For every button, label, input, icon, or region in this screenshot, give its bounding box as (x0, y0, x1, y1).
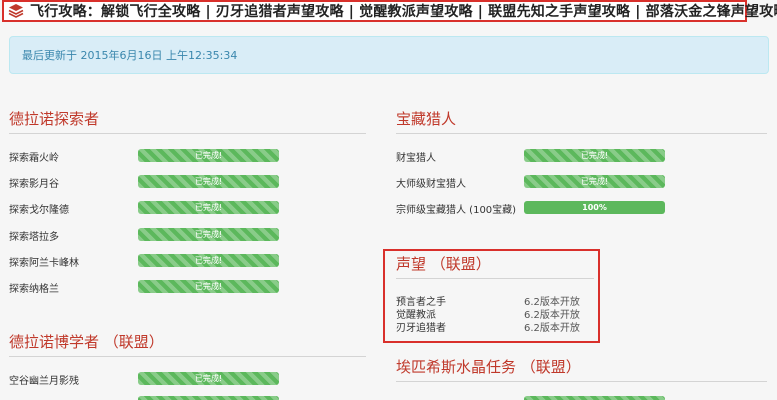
progress-bar: 已完成! (138, 149, 279, 162)
progress-bar: 已完成! (524, 175, 665, 188)
row-label: 大师级财宝猎人 (396, 179, 466, 190)
row-label: 空谷幽兰月影残 (9, 376, 79, 387)
row-label: 探索纳格兰 (9, 284, 59, 295)
row-label: 探索影月谷 (9, 179, 59, 190)
section-divider (396, 278, 594, 279)
section-title-apexis: 埃匹希斯水晶任务 （联盟） (396, 358, 581, 376)
row-label: 探索霜火岭 (9, 153, 59, 164)
section-divider (9, 356, 366, 357)
row-label: 探索戈尔隆德 (9, 205, 69, 216)
progress-bar: 已完成! (138, 175, 279, 188)
progress-bar: 已完成! (138, 280, 279, 293)
progress-bar: 已完成! (524, 149, 665, 162)
last-updated-notice: 最后更新于 2015年6月16日 上午12:35:34 (9, 36, 769, 74)
row-label: 探索塔拉多 (9, 232, 59, 243)
row-label: 财宝猎人 (396, 153, 436, 164)
guide-links-text[interactable]: 飞行攻略：解锁飞行全攻略 | 刃牙追猎者声望攻略 | 觉醒教派声望攻略 | 联盟… (30, 1, 777, 21)
progress-bar-cut-off (138, 396, 279, 400)
reputation-value: 6.2版本开放 (524, 323, 580, 334)
row-label: 探索阿兰卡峰林 (9, 258, 79, 269)
section-divider (396, 381, 767, 382)
progress-bar-100: 100% (524, 201, 665, 214)
section-title-draenor-scholar: 德拉诺博学者 （联盟） (9, 333, 164, 351)
progress-bar-cut-off (524, 396, 665, 400)
section-divider (9, 133, 366, 134)
progress-bar: 已完成! (138, 254, 279, 267)
progress-bar: 已完成! (138, 228, 279, 241)
stack-icon (8, 3, 24, 19)
progress-bar: 已完成! (138, 201, 279, 214)
section-title-draenor-explorer: 德拉诺探索者 (9, 110, 100, 128)
section-divider (396, 133, 767, 134)
row-label: 宗师级宝藏猎人 (100宝藏) (396, 205, 517, 216)
progress-bar: 已完成! (138, 372, 279, 385)
section-title-reputation: 声望 （联盟） (396, 255, 491, 273)
guide-links-banner: 飞行攻略：解锁飞行全攻略 | 刃牙追猎者声望攻略 | 觉醒教派声望攻略 | 联盟… (2, 0, 777, 22)
row-label: 刃牙追猎者 (396, 323, 446, 334)
section-title-treasure-hunter: 宝藏猎人 (396, 110, 457, 128)
